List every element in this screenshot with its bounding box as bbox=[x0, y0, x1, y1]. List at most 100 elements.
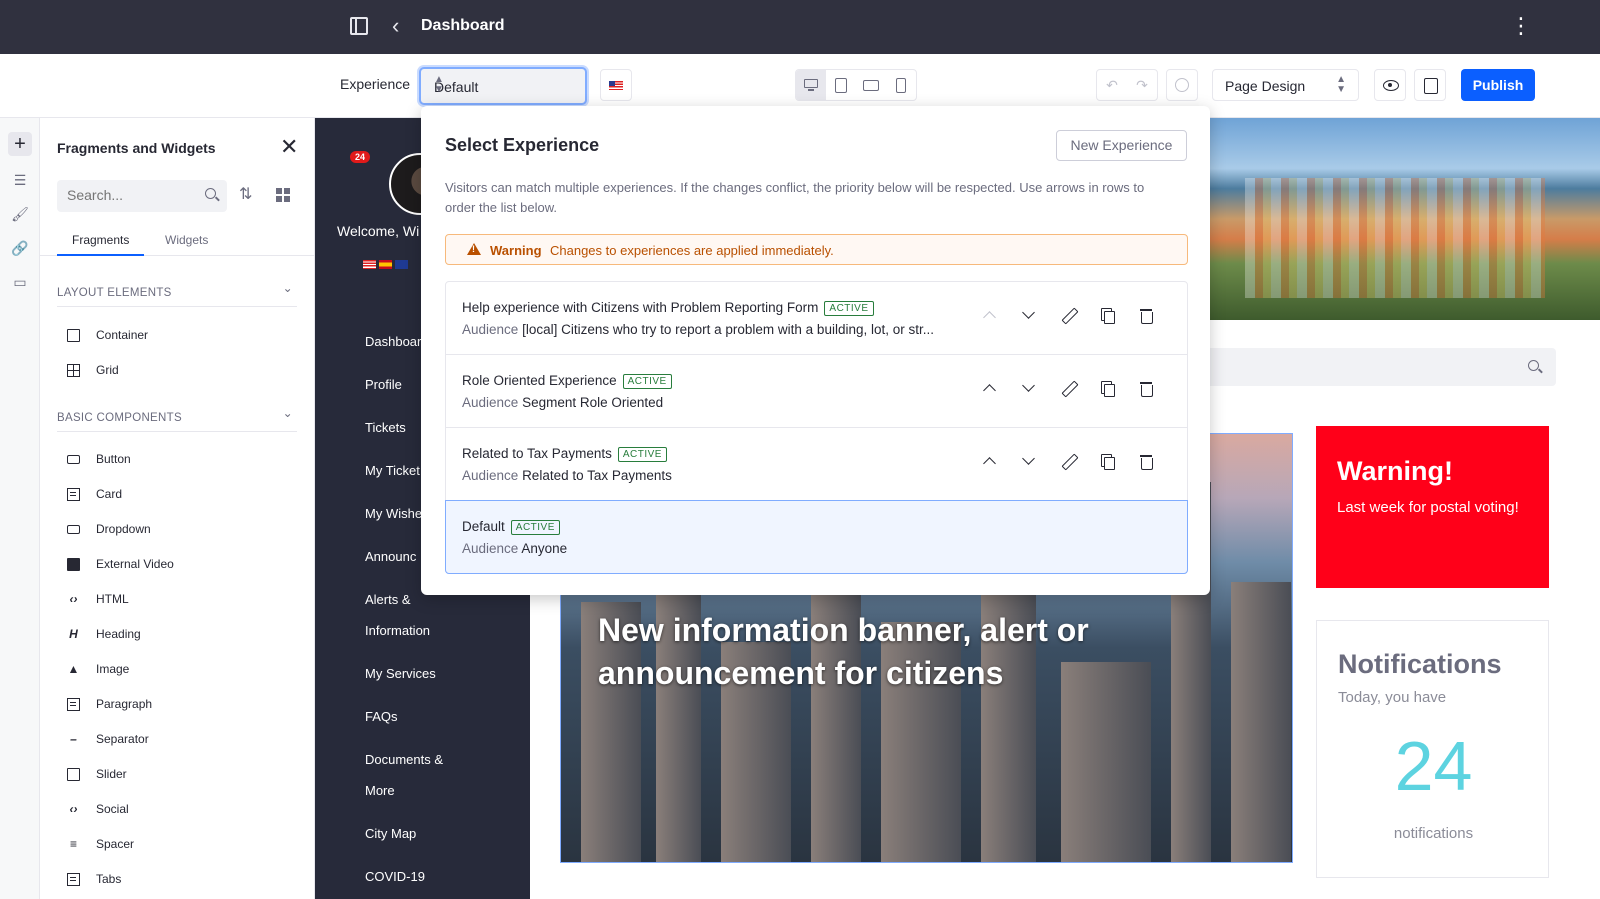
audience-label: Audience bbox=[462, 395, 519, 410]
move-up-icon[interactable] bbox=[980, 452, 1000, 472]
delete-trash-icon[interactable] bbox=[1136, 306, 1156, 326]
link-mapping-icon[interactable]: 🔗 bbox=[8, 236, 32, 260]
move-up-icon[interactable] bbox=[980, 379, 1000, 399]
undo-redo-group: ↶ ↷ bbox=[1096, 69, 1158, 101]
spacer-icon: ≡ bbox=[69, 837, 77, 851]
more-options-icon[interactable]: ⋮ bbox=[1510, 13, 1532, 39]
duplicate-icon[interactable] bbox=[1097, 306, 1117, 326]
audience-value: Anyone bbox=[521, 541, 568, 556]
delete-trash-icon[interactable] bbox=[1136, 379, 1156, 399]
desktop-view-button[interactable] bbox=[796, 70, 826, 100]
nav-item[interactable]: Documents & bbox=[365, 744, 443, 775]
tab-widgets[interactable]: Widgets bbox=[165, 233, 208, 247]
nav-item[interactable]: Tickets bbox=[365, 412, 406, 443]
edit-pencil-icon[interactable] bbox=[1058, 379, 1078, 399]
us-flag-icon[interactable] bbox=[363, 260, 376, 269]
history-icon[interactable] bbox=[1166, 69, 1198, 101]
page-structure-icon[interactable]: ☰ bbox=[8, 168, 32, 192]
landscape-phone-icon bbox=[863, 80, 879, 91]
tablet-view-button[interactable] bbox=[826, 70, 856, 100]
grid-view-icon[interactable] bbox=[276, 188, 290, 202]
preview-eye-icon[interactable] bbox=[1374, 69, 1406, 101]
experience-select[interactable]: Default ▲ ▼ bbox=[419, 67, 587, 105]
section-basic-components[interactable]: BASIC COMPONENTS ⌄ bbox=[57, 406, 297, 432]
uk-flag-icon[interactable] bbox=[395, 260, 408, 269]
search-icon[interactable] bbox=[205, 188, 216, 199]
new-experience-button[interactable]: New Experience bbox=[1056, 130, 1187, 161]
separator-icon: – bbox=[70, 732, 77, 746]
tablet-icon bbox=[835, 78, 847, 93]
close-icon[interactable]: ✕ bbox=[280, 134, 298, 160]
section-layout-elements[interactable]: LAYOUT ELEMENTS ⌄ bbox=[57, 281, 297, 307]
search-input[interactable] bbox=[67, 187, 187, 203]
site-search-bar[interactable] bbox=[1185, 348, 1556, 386]
search-icon[interactable] bbox=[1528, 360, 1539, 371]
page-design-select[interactable]: Page Design ▲ ▼ bbox=[1212, 69, 1359, 101]
nav-item[interactable]: FAQs bbox=[365, 701, 398, 732]
nav-item[interactable]: Announc bbox=[365, 541, 416, 572]
undo-icon[interactable]: ↶ bbox=[1097, 70, 1127, 100]
banner-headline: New information banner, alert or announc… bbox=[598, 612, 1089, 691]
video-icon bbox=[67, 558, 80, 571]
notifications-card[interactable]: Notifications Today, you have 24 notific… bbox=[1316, 620, 1549, 878]
move-down-icon[interactable] bbox=[1019, 379, 1039, 399]
edit-pencil-icon[interactable] bbox=[1058, 452, 1078, 472]
nav-item[interactable]: My Services bbox=[365, 658, 436, 689]
popover-description: Visitors can match multiple experiences.… bbox=[445, 180, 1145, 215]
page-design-brush-icon[interactable]: 🖌 bbox=[8, 202, 32, 226]
warning-label: Warning bbox=[490, 243, 542, 258]
notification-badge: 24 bbox=[350, 151, 371, 163]
sort-icon[interactable]: ⇅ bbox=[239, 184, 252, 204]
experience-row[interactable]: Role Oriented Experience ACTIVE Audience … bbox=[446, 355, 1187, 428]
redo-icon[interactable]: ↷ bbox=[1127, 70, 1157, 100]
move-down-icon[interactable] bbox=[1019, 452, 1039, 472]
nav-item[interactable]: My Ticket bbox=[365, 455, 420, 486]
publish-button[interactable]: Publish bbox=[1461, 69, 1535, 101]
fragment-label: Slider bbox=[96, 767, 127, 781]
duplicate-icon[interactable] bbox=[1097, 452, 1117, 472]
fragment-label: Card bbox=[96, 487, 123, 501]
notifications-title: Notifications bbox=[1338, 649, 1502, 679]
section-title: BASIC COMPONENTS bbox=[57, 412, 182, 424]
warning-card[interactable]: Warning! Last week for postal voting! bbox=[1316, 426, 1549, 588]
delete-trash-icon[interactable] bbox=[1136, 452, 1156, 472]
audience-value: Segment Role Oriented bbox=[522, 395, 664, 410]
nav-item[interactable]: Alerts & bbox=[365, 584, 411, 615]
fragment-label: Container bbox=[96, 328, 149, 342]
notifications-label: notifications bbox=[1393, 825, 1474, 842]
portrait-phone-view-button[interactable] bbox=[886, 70, 916, 100]
nav-item[interactable]: My Wishe bbox=[365, 498, 422, 529]
duplicate-icon[interactable] bbox=[1097, 379, 1117, 399]
audience-value: Related to Tax Payments bbox=[522, 468, 672, 483]
experience-row[interactable]: Related to Tax Payments ACTIVE Audience R… bbox=[446, 428, 1187, 501]
nav-item[interactable]: Information bbox=[365, 615, 430, 646]
panel-title: Fragments and Widgets bbox=[57, 140, 216, 156]
fragment-label: Grid bbox=[96, 363, 119, 377]
warning-alert: Warning Changes to experiences are appli… bbox=[445, 234, 1188, 265]
experience-row-default[interactable]: Default ACTIVE Audience Anyone bbox=[445, 500, 1188, 574]
schedule-calendar-icon[interactable] bbox=[1414, 69, 1446, 101]
fragment-label: Spacer bbox=[96, 837, 135, 851]
landscape-phone-view-button[interactable] bbox=[856, 70, 886, 100]
nav-item[interactable]: Profile bbox=[365, 369, 402, 400]
notifications-subtitle: Today, you have bbox=[1338, 689, 1447, 706]
nav-item[interactable]: Dashboar bbox=[365, 326, 421, 357]
status-badge: ACTIVE bbox=[824, 301, 874, 316]
comments-icon[interactable]: ▭ bbox=[8, 270, 32, 294]
tab-fragments[interactable]: Fragments bbox=[56, 233, 145, 256]
back-arrow-icon[interactable]: ‹ bbox=[392, 14, 399, 38]
nav-item[interactable]: COVID-19 bbox=[365, 861, 425, 892]
sidebar-toggle-icon[interactable] bbox=[350, 17, 368, 35]
top-navigation-bar: ‹ Dashboard ⋮ bbox=[0, 0, 1600, 54]
language-flag-button[interactable] bbox=[600, 69, 632, 101]
edit-pencil-icon[interactable] bbox=[1058, 306, 1078, 326]
spain-flag-icon[interactable] bbox=[379, 260, 392, 269]
add-fragments-icon[interactable]: + bbox=[8, 132, 32, 156]
device-preview-group bbox=[795, 69, 917, 101]
dropdown-icon bbox=[67, 525, 80, 534]
move-down-icon[interactable] bbox=[1019, 306, 1039, 326]
portrait-phone-icon bbox=[896, 78, 906, 93]
experience-row[interactable]: Help experience with Citizens with Probl… bbox=[446, 282, 1187, 355]
nav-item[interactable]: More bbox=[365, 775, 395, 806]
nav-item[interactable]: City Map bbox=[365, 818, 416, 849]
